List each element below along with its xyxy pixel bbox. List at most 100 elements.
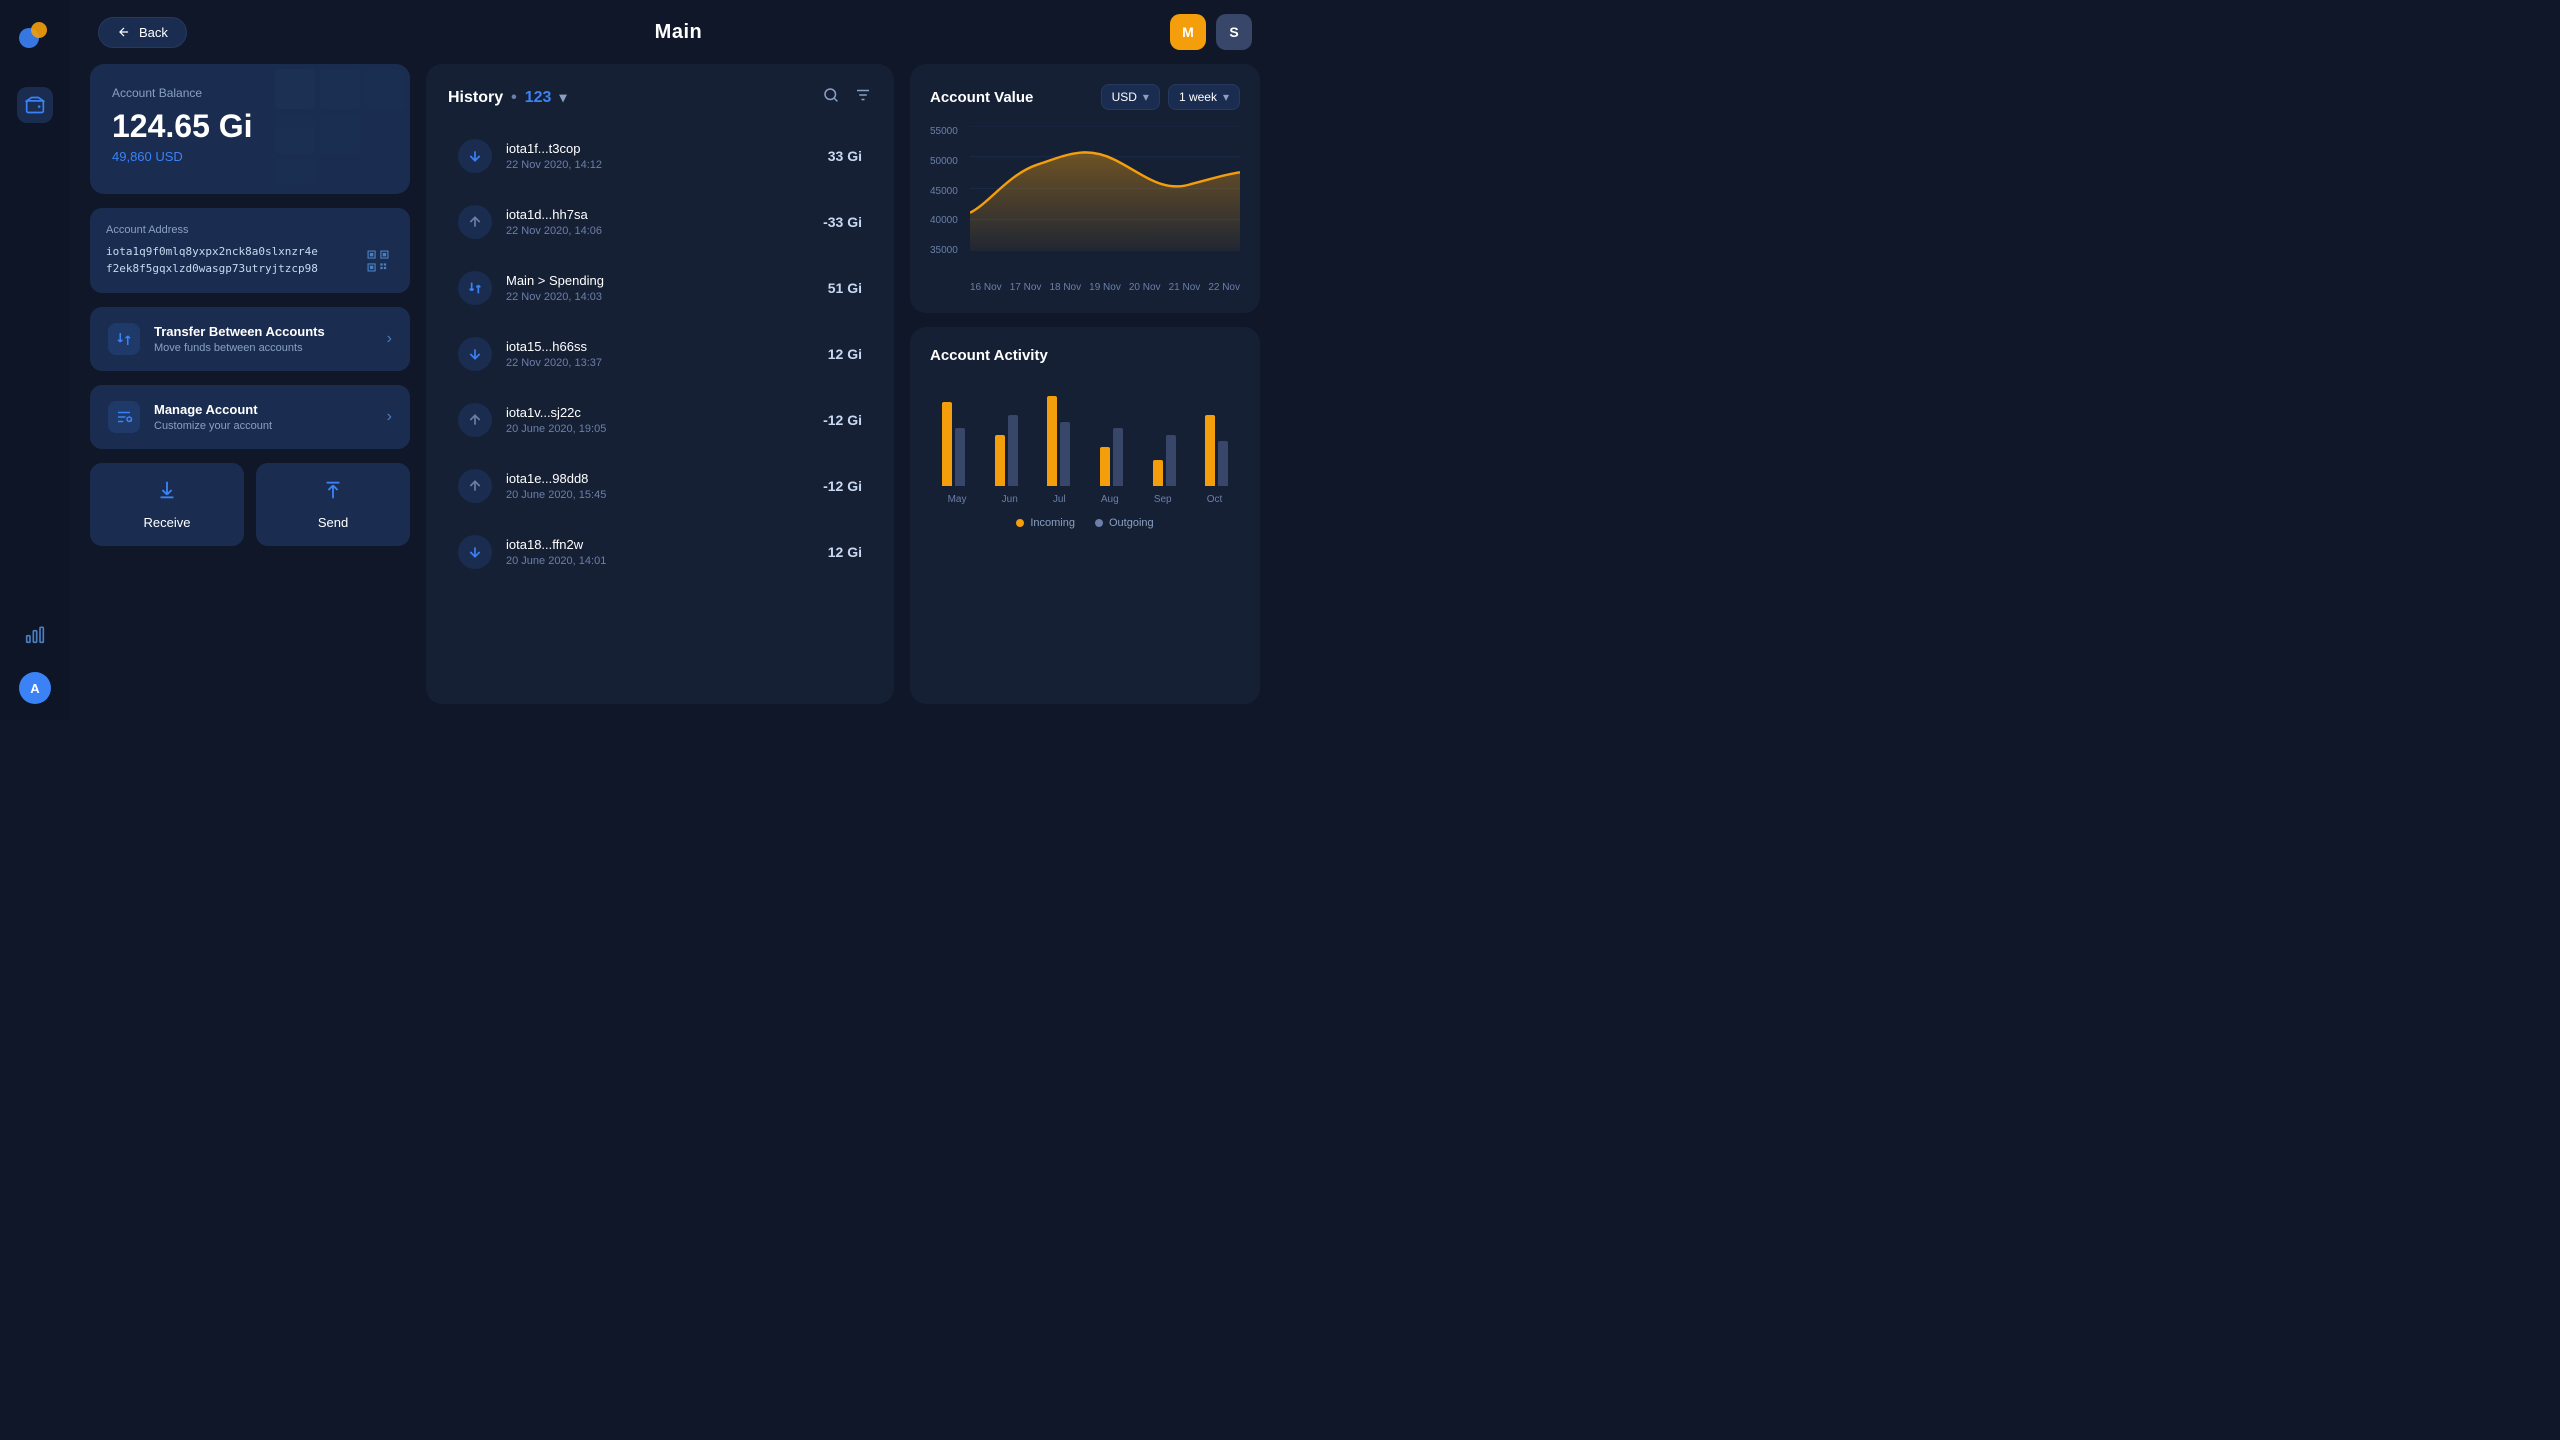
bar-month-label: Aug — [1101, 494, 1119, 505]
history-count: 123 — [525, 89, 552, 107]
tx-amount: -33 Gi — [823, 214, 862, 230]
sidebar: A — [0, 0, 70, 720]
bar-month-label: Oct — [1207, 494, 1223, 505]
back-button[interactable]: Back — [98, 17, 187, 48]
tx-info: iota15...h66ss 22 Nov 2020, 13:37 — [506, 339, 814, 369]
incoming-bar — [1205, 415, 1215, 486]
sidebar-item-wallet[interactable] — [17, 87, 53, 123]
outgoing-bar — [955, 428, 965, 486]
tx-type-icon — [458, 205, 492, 239]
content-area: Account Balance 124.65 Gi 49,860 USD Acc… — [70, 64, 1280, 720]
account-activity-panel: Account Activity May Jun Jul Aug Sep Oct — [910, 327, 1260, 704]
right-panel: Account Value USD ▾ 1 week ▾ — [910, 64, 1260, 704]
transfer-button[interactable]: Transfer Between Accounts Move funds bet… — [90, 307, 410, 371]
bar-group — [1035, 396, 1082, 486]
currency-value: USD — [1112, 90, 1137, 104]
tx-type-icon — [458, 535, 492, 569]
tx-type-icon — [458, 139, 492, 173]
tx-type-icon — [458, 403, 492, 437]
line-chart-svg — [970, 126, 1240, 251]
chart-header: Account Value USD ▾ 1 week ▾ — [930, 84, 1240, 110]
activity-title: Account Activity — [930, 347, 1240, 364]
outgoing-bar — [1008, 415, 1018, 486]
tx-date: 22 Nov 2020, 14:06 — [506, 225, 809, 237]
history-label: History — [448, 89, 503, 107]
incoming-bar — [995, 435, 1005, 486]
transfer-icon — [108, 323, 140, 355]
bottom-buttons: Receive Send — [90, 463, 410, 546]
bar-group — [930, 402, 977, 486]
tx-date: 22 Nov 2020, 14:03 — [506, 291, 814, 303]
outgoing-bar — [1113, 428, 1123, 486]
tx-address: iota15...h66ss — [506, 339, 814, 354]
header-avatars: M S — [1170, 14, 1252, 50]
page-title: Main — [655, 21, 703, 44]
filter-icon[interactable] — [854, 86, 872, 109]
balance-card: Account Balance 124.65 Gi 49,860 USD — [90, 64, 410, 194]
transaction-item[interactable]: Main > Spending 22 Nov 2020, 14:03 51 Gi — [448, 257, 872, 319]
transaction-item[interactable]: iota1d...hh7sa 22 Nov 2020, 14:06 -33 Gi — [448, 191, 872, 253]
history-header: History • 123 ▾ — [448, 86, 872, 109]
bar-month-label: Sep — [1154, 494, 1172, 505]
transaction-item[interactable]: iota1f...t3cop 22 Nov 2020, 14:12 33 Gi — [448, 125, 872, 187]
transaction-item[interactable]: iota18...ffn2w 20 June 2020, 14:01 12 Gi — [448, 521, 872, 583]
receive-button[interactable]: Receive — [90, 463, 244, 546]
line-chart: 55000 50000 45000 40000 35000 — [930, 126, 1240, 276]
tx-date: 20 June 2020, 19:05 — [506, 423, 809, 435]
tx-address: Main > Spending — [506, 273, 814, 288]
currency-select[interactable]: USD ▾ — [1101, 84, 1160, 110]
sidebar-item-chart[interactable] — [17, 616, 53, 652]
tx-amount: 12 Gi — [828, 544, 862, 560]
history-title: History • 123 ▾ — [448, 89, 566, 107]
transaction-item[interactable]: iota15...h66ss 22 Nov 2020, 13:37 12 Gi — [448, 323, 872, 385]
tx-address: iota1e...98dd8 — [506, 471, 809, 486]
search-icon[interactable] — [822, 86, 840, 109]
bar-chart — [930, 380, 1240, 490]
sidebar-user-avatar[interactable]: A — [19, 672, 51, 704]
incoming-dot — [1016, 519, 1024, 527]
header: Back Main M S — [70, 0, 1280, 64]
legend-incoming: Incoming — [1016, 517, 1075, 529]
transfer-title: Transfer Between Accounts — [154, 324, 373, 339]
outgoing-bar — [1060, 422, 1070, 486]
tx-amount: -12 Gi — [823, 412, 862, 428]
receive-label: Receive — [144, 515, 191, 530]
transaction-item[interactable]: iota1e...98dd8 20 June 2020, 15:45 -12 G… — [448, 455, 872, 517]
legend-outgoing: Outgoing — [1095, 517, 1154, 529]
history-chevron-icon[interactable]: ▾ — [559, 89, 566, 106]
incoming-bar — [1153, 460, 1163, 486]
account-value-title: Account Value — [930, 89, 1033, 106]
tx-amount: 33 Gi — [828, 148, 862, 164]
tx-address: iota1v...sj22c — [506, 405, 809, 420]
y-axis-labels: 55000 50000 45000 40000 35000 — [930, 126, 958, 256]
bar-month-label: May — [948, 494, 967, 505]
manage-icon — [108, 401, 140, 433]
logo — [15, 16, 55, 61]
tx-address: iota1f...t3cop — [506, 141, 814, 156]
bar-group — [1141, 435, 1188, 486]
period-value: 1 week — [1179, 90, 1217, 104]
manage-arrow-icon: › — [387, 408, 392, 426]
bar-month-label: Jul — [1053, 494, 1066, 505]
tx-amount: 51 Gi — [828, 280, 862, 296]
tx-info: Main > Spending 22 Nov 2020, 14:03 — [506, 273, 814, 303]
legend-incoming-label: Incoming — [1030, 517, 1075, 529]
tx-date: 22 Nov 2020, 13:37 — [506, 357, 814, 369]
header-avatar-m[interactable]: M — [1170, 14, 1206, 50]
send-icon — [322, 479, 344, 507]
send-button[interactable]: Send — [256, 463, 410, 546]
bar-x-labels: May Jun Jul Aug Sep Oct — [930, 494, 1240, 505]
period-chevron-icon: ▾ — [1223, 90, 1229, 104]
transfer-desc: Move funds between accounts — [154, 342, 373, 354]
incoming-bar — [1100, 447, 1110, 486]
send-label: Send — [318, 515, 348, 530]
period-select[interactable]: 1 week ▾ — [1168, 84, 1240, 110]
header-avatar-s[interactable]: S — [1216, 14, 1252, 50]
tx-type-icon — [458, 469, 492, 503]
qr-icon[interactable] — [362, 245, 394, 277]
tx-date: 22 Nov 2020, 14:12 — [506, 159, 814, 171]
bar-month-label: Jun — [1002, 494, 1018, 505]
transaction-item[interactable]: iota1v...sj22c 20 June 2020, 19:05 -12 G… — [448, 389, 872, 451]
account-value-panel: Account Value USD ▾ 1 week ▾ — [910, 64, 1260, 313]
manage-account-button[interactable]: Manage Account Customize your account › — [90, 385, 410, 449]
